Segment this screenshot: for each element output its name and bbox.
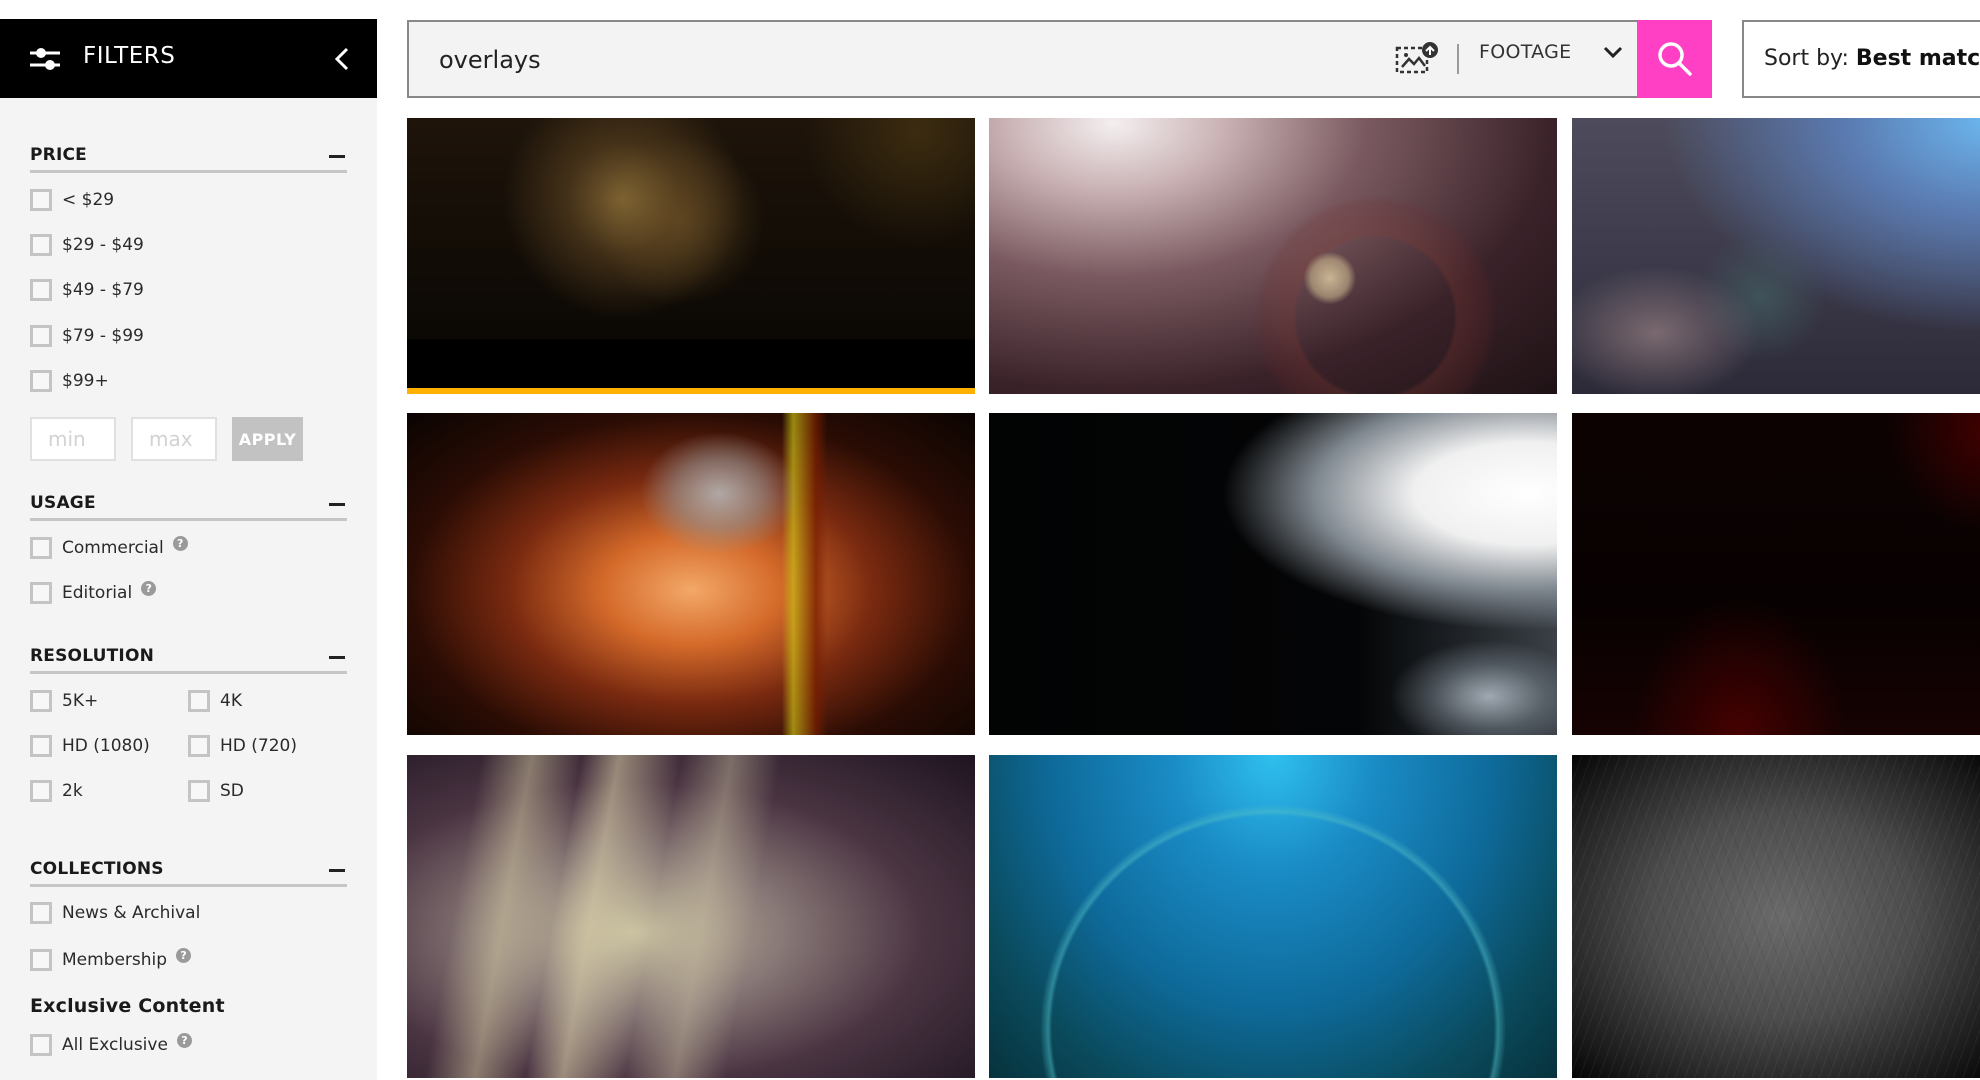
resolution-option[interactable]: HD (720) bbox=[188, 735, 297, 757]
result-thumbnail[interactable] bbox=[989, 118, 1557, 394]
filters-header: FILTERS bbox=[0, 19, 377, 98]
result-thumbnail[interactable] bbox=[407, 118, 975, 388]
checkbox[interactable] bbox=[30, 537, 52, 559]
image-upload-icon[interactable] bbox=[1395, 42, 1439, 76]
resolution-title-text: RESOLUTION bbox=[30, 646, 155, 666]
sort-prefix: Sort by: bbox=[1764, 46, 1849, 71]
resolution-option[interactable]: SD bbox=[188, 780, 244, 802]
price-min-input[interactable] bbox=[30, 417, 116, 461]
option-label: HD (1080) bbox=[62, 736, 150, 756]
help-icon[interactable]: ? bbox=[141, 580, 157, 596]
exclusive-section-title: Exclusive Content bbox=[30, 995, 347, 1022]
price-title-text: PRICE bbox=[30, 145, 87, 165]
option-label: 4K bbox=[220, 691, 242, 711]
chevron-down-icon bbox=[1604, 46, 1623, 59]
search-input[interactable] bbox=[439, 40, 1339, 80]
preview-progress-bar bbox=[407, 388, 975, 394]
resolution-option[interactable]: 4K bbox=[188, 690, 242, 712]
search-bar: FOOTAGE bbox=[407, 20, 1637, 98]
search-icon bbox=[1657, 42, 1692, 76]
result-thumbnail[interactable] bbox=[407, 413, 975, 735]
exclusive-option[interactable]: All Exclusive? bbox=[30, 1032, 192, 1056]
filters-sidebar: FILTERS PRICE < $29 $29 - $49 $49 - $79 … bbox=[0, 19, 377, 1080]
option-label: SD bbox=[220, 781, 244, 801]
collections-section-title[interactable]: COLLECTIONS bbox=[30, 859, 347, 887]
option-label: All Exclusive bbox=[62, 1035, 168, 1055]
media-type-dropdown[interactable]: FOOTAGE bbox=[1479, 41, 1623, 63]
help-icon[interactable]: ? bbox=[172, 535, 188, 551]
price-section-title[interactable]: PRICE bbox=[30, 145, 347, 173]
checkbox[interactable] bbox=[30, 234, 52, 256]
resolution-section-title[interactable]: RESOLUTION bbox=[30, 646, 347, 674]
help-icon[interactable]: ? bbox=[176, 947, 192, 963]
sliders-icon bbox=[30, 48, 60, 70]
usage-option[interactable]: Commercial? bbox=[30, 535, 188, 559]
search-button[interactable] bbox=[1637, 20, 1712, 98]
collapse-price-icon[interactable] bbox=[329, 155, 345, 158]
checkbox[interactable] bbox=[30, 279, 52, 301]
price-option[interactable]: $99+ bbox=[30, 370, 109, 392]
sort-value: Best match bbox=[1855, 46, 1980, 71]
collections-title-text: COLLECTIONS bbox=[30, 859, 164, 879]
usage-option[interactable]: Editorial? bbox=[30, 580, 157, 604]
option-label: News & Archival bbox=[62, 903, 201, 923]
option-label: HD (720) bbox=[220, 736, 297, 756]
sort-dropdown[interactable]: Sort by: Best match bbox=[1742, 20, 1980, 98]
checkbox[interactable] bbox=[188, 735, 210, 757]
option-label: 2k bbox=[62, 781, 83, 801]
price-option[interactable]: $79 - $99 bbox=[30, 325, 144, 347]
checkbox[interactable] bbox=[30, 780, 52, 802]
price-option[interactable]: < $29 bbox=[30, 189, 114, 211]
price-option[interactable]: $49 - $79 bbox=[30, 279, 144, 301]
price-max-input[interactable] bbox=[131, 417, 217, 461]
search-divider bbox=[1457, 44, 1459, 74]
collapse-collections-icon[interactable] bbox=[329, 869, 345, 872]
result-thumbnail[interactable] bbox=[1572, 755, 1980, 1078]
option-label: $79 - $99 bbox=[62, 326, 144, 346]
resolution-option[interactable]: 2k bbox=[30, 780, 83, 802]
option-label: < $29 bbox=[62, 190, 115, 210]
price-option[interactable]: $29 - $49 bbox=[30, 234, 144, 256]
collections-option[interactable]: Membership? bbox=[30, 947, 192, 971]
collapse-usage-icon[interactable] bbox=[329, 503, 345, 506]
filters-title: FILTERS bbox=[83, 43, 176, 69]
checkbox[interactable] bbox=[30, 735, 52, 757]
option-label: $99+ bbox=[62, 371, 109, 391]
collapse-resolution-icon[interactable] bbox=[329, 656, 345, 659]
media-type-label: FOOTAGE bbox=[1479, 41, 1572, 63]
result-thumbnail[interactable] bbox=[1572, 118, 1980, 394]
checkbox[interactable] bbox=[30, 189, 52, 211]
option-label: Editorial bbox=[62, 583, 133, 603]
result-thumbnail[interactable] bbox=[1572, 413, 1980, 735]
result-thumbnail[interactable] bbox=[407, 755, 975, 1078]
option-label: Commercial bbox=[62, 538, 164, 558]
checkbox[interactable] bbox=[188, 690, 210, 712]
exclusive-title-text: Exclusive Content bbox=[30, 995, 225, 1017]
option-label: 5K+ bbox=[62, 691, 99, 711]
checkbox[interactable] bbox=[30, 690, 52, 712]
resolution-option[interactable]: 5K+ bbox=[30, 690, 98, 712]
checkbox[interactable] bbox=[30, 582, 52, 604]
checkbox[interactable] bbox=[188, 780, 210, 802]
option-label: $29 - $49 bbox=[62, 235, 144, 255]
preview-progress-fill bbox=[407, 388, 975, 394]
checkbox[interactable] bbox=[30, 370, 52, 392]
usage-title-text: USAGE bbox=[30, 493, 96, 513]
resolution-option[interactable]: HD (1080) bbox=[30, 735, 150, 757]
help-icon[interactable]: ? bbox=[176, 1032, 192, 1048]
result-thumbnail[interactable] bbox=[989, 755, 1557, 1078]
checkbox[interactable] bbox=[30, 902, 52, 924]
usage-section-title[interactable]: USAGE bbox=[30, 493, 347, 521]
checkbox[interactable] bbox=[30, 949, 52, 971]
option-label: $49 - $79 bbox=[62, 280, 144, 300]
chevron-left-icon[interactable] bbox=[329, 45, 355, 73]
result-thumbnail[interactable] bbox=[989, 413, 1557, 735]
apply-price-button[interactable]: APPLY bbox=[232, 417, 303, 461]
collections-option[interactable]: News & Archival bbox=[30, 902, 200, 924]
option-label: Membership bbox=[62, 950, 168, 970]
checkbox[interactable] bbox=[30, 325, 52, 347]
checkbox[interactable] bbox=[30, 1034, 52, 1056]
